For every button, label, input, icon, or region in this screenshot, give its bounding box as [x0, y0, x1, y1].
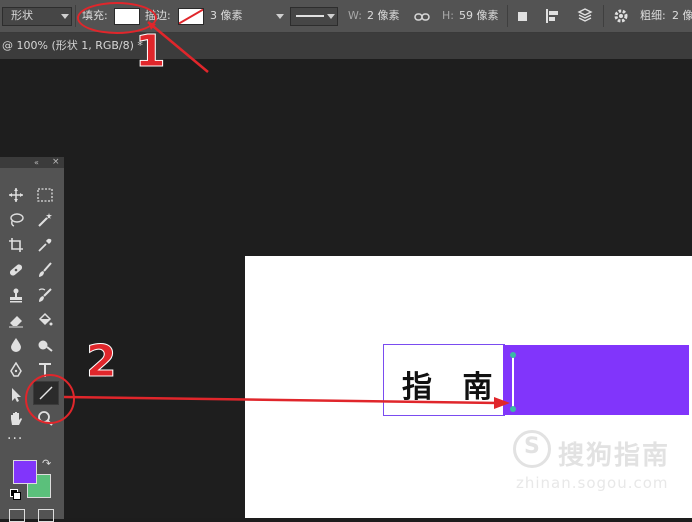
annotation-arrow-2 — [63, 395, 510, 409]
